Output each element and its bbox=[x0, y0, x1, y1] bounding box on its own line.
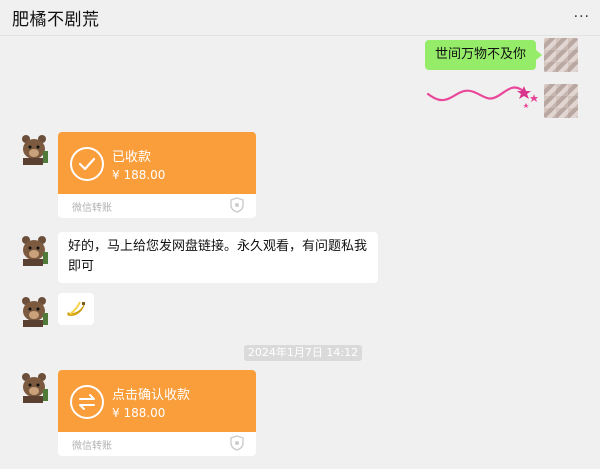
received-message-bubble[interactable]: 好的，马上给您发网盘链接。永久观看，有问题私我即可 bbox=[58, 232, 378, 283]
contact-avatar[interactable] bbox=[17, 131, 51, 165]
check-circle-icon bbox=[70, 147, 104, 181]
transfer-card-received[interactable]: 已收款 ¥ 188.00 微信转账 bbox=[58, 132, 256, 218]
chat-timestamp: 2024年1月7日 14:12 bbox=[244, 345, 362, 361]
bear-avatar-icon bbox=[17, 232, 51, 266]
exchange-arrows-icon bbox=[70, 385, 104, 419]
chat-title: 肥橘不剧荒 bbox=[12, 10, 100, 30]
transfer-amount: ¥ 188.00 bbox=[112, 168, 166, 182]
chat-header: 肥橘不剧荒 ··· bbox=[0, 0, 600, 36]
transfer-footer-label: 微信转账 bbox=[72, 441, 112, 452]
transfer-card-pending[interactable]: 点击确认收款 ¥ 188.00 微信转账 bbox=[58, 370, 256, 456]
transfer-label: 点击确认收款 bbox=[112, 388, 191, 403]
bear-avatar-icon bbox=[17, 369, 51, 403]
shield-icon bbox=[230, 435, 244, 451]
contact-avatar[interactable] bbox=[17, 369, 51, 403]
transfer-amount: ¥ 188.00 bbox=[112, 406, 166, 420]
contact-avatar[interactable] bbox=[17, 232, 51, 266]
more-dots-icon[interactable]: ··· bbox=[574, 9, 590, 25]
transfer-footer: 微信转账 bbox=[58, 194, 256, 218]
my-avatar[interactable] bbox=[544, 38, 578, 72]
transfer-footer-label: 微信转账 bbox=[72, 203, 112, 214]
bear-avatar-icon bbox=[17, 293, 51, 327]
emoji-message-bubble[interactable] bbox=[58, 293, 94, 325]
transfer-footer: 微信转账 bbox=[58, 432, 256, 456]
sent-message-bubble[interactable]: 世间万物不及你 bbox=[424, 40, 543, 70]
transfer-card-body: 已收款 ¥ 188.00 bbox=[58, 132, 256, 194]
bear-avatar-icon bbox=[17, 131, 51, 165]
banana-emoji-icon bbox=[67, 301, 85, 316]
contact-avatar[interactable] bbox=[17, 293, 51, 327]
transfer-label: 已收款 bbox=[112, 150, 152, 165]
my-avatar[interactable] bbox=[544, 84, 578, 118]
pink-star-squiggle-icon[interactable] bbox=[426, 80, 542, 110]
transfer-card-body: 点击确认收款 ¥ 188.00 bbox=[58, 370, 256, 432]
shield-icon bbox=[230, 197, 244, 213]
